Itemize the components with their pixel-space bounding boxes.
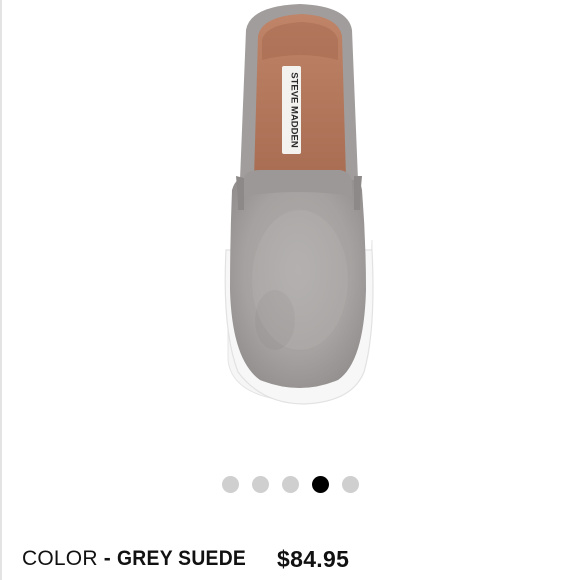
color-separator: - (103, 547, 111, 570)
carousel-dot-3[interactable] (281, 476, 299, 493)
carousel-dot-4[interactable] (311, 476, 329, 493)
carousel-dot-1[interactable] (221, 476, 239, 493)
carousel-dot-2[interactable] (251, 476, 269, 493)
carousel-dot-5[interactable] (341, 476, 359, 493)
brand-label: STEVE MADDEN (289, 72, 300, 148)
carousel-indicator (0, 476, 580, 496)
product-info: COLOR - GREY SUEDE $84.95 (22, 543, 349, 575)
product-price: $84.95 (277, 545, 350, 572)
color-label: COLOR (22, 547, 98, 570)
product-image[interactable]: STEVE MADDEN (200, 0, 380, 420)
color-value: GREY SUEDE (116, 547, 246, 570)
